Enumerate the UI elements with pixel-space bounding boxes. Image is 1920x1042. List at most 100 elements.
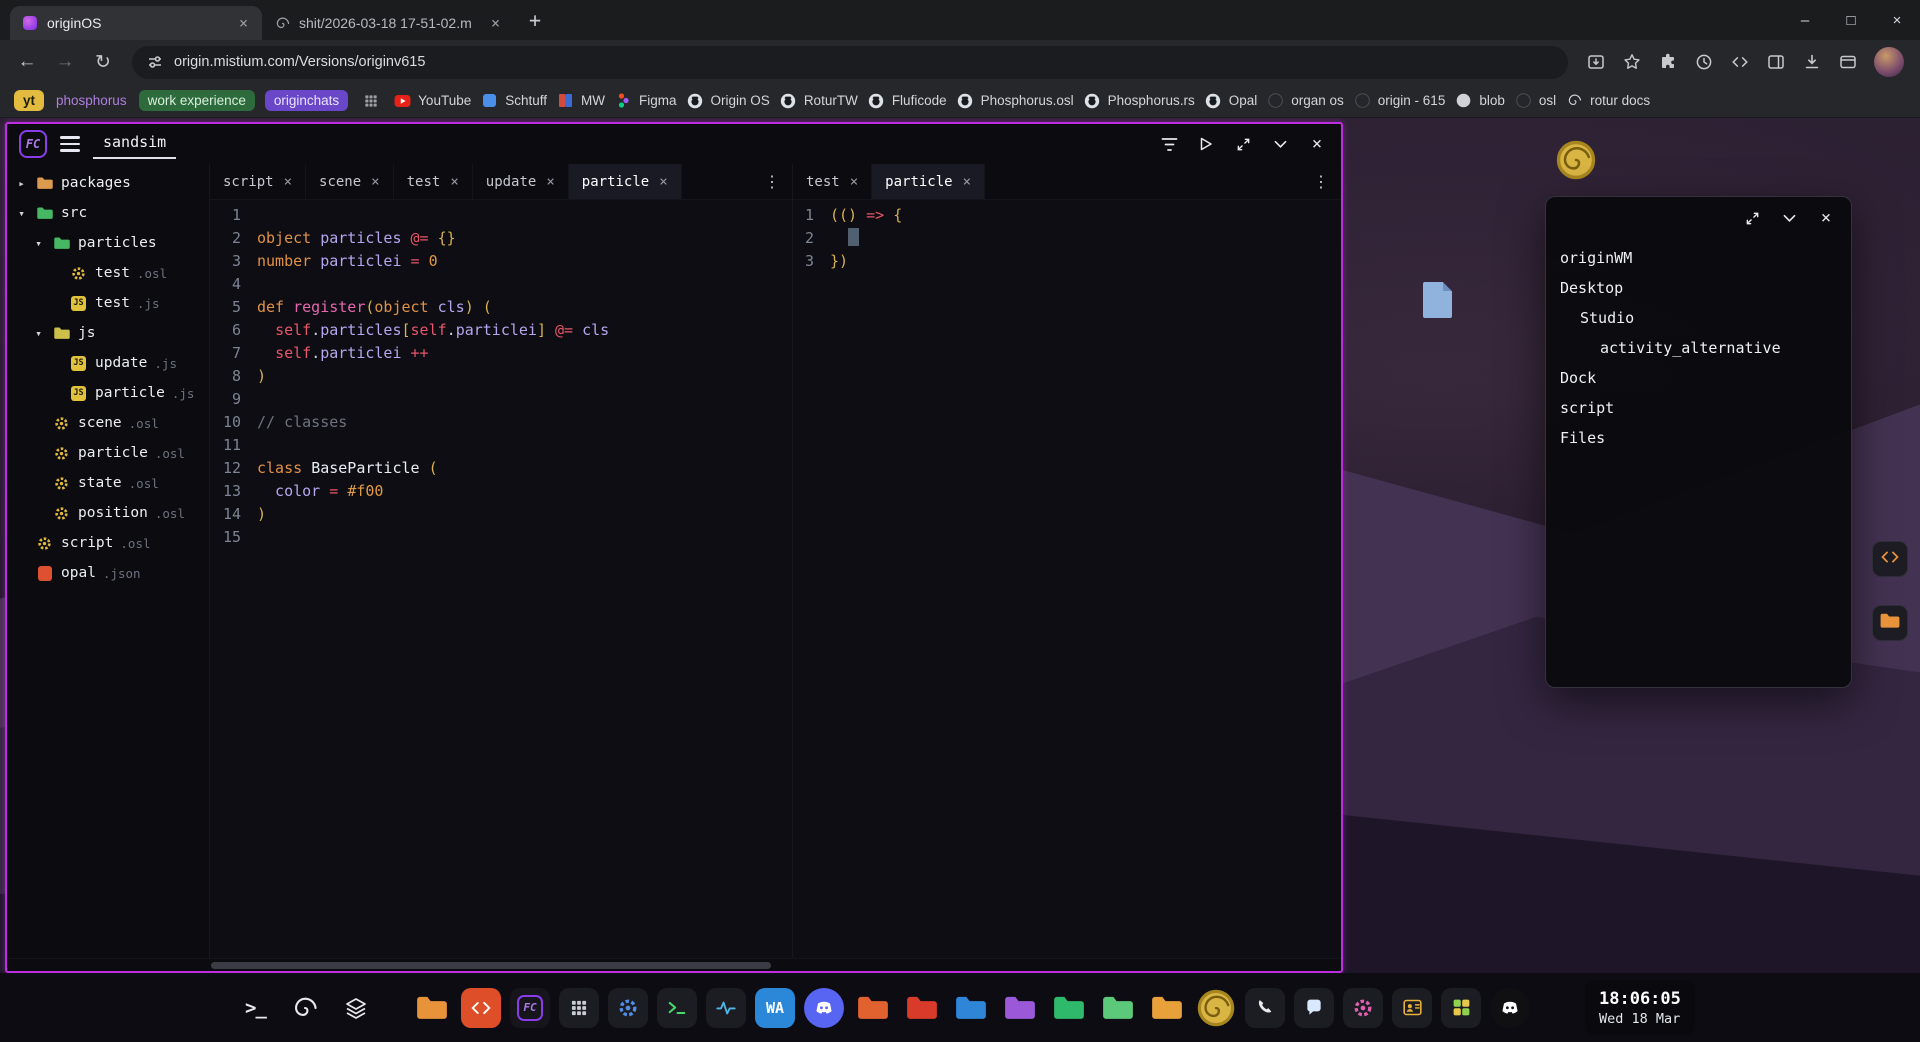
bookmark-origin-os[interactable]: Origin OS: [687, 93, 770, 109]
extensions-icon[interactable]: [1652, 46, 1684, 78]
bookmark-rotur-docs[interactable]: rotur docs: [1566, 93, 1650, 109]
contacts-app[interactable]: [1392, 986, 1432, 1030]
collapse-icon[interactable]: [1268, 131, 1292, 157]
tree-item-position[interactable]: position .osl: [7, 498, 209, 528]
tab-close-icon[interactable]: ×: [371, 174, 379, 190]
wa-app[interactable]: WA: [755, 986, 795, 1030]
wm-collapse-icon[interactable]: [1777, 205, 1801, 231]
tab-close-icon[interactable]: ×: [963, 174, 971, 190]
folder-green-light[interactable]: [1098, 986, 1138, 1030]
bookmark-youtube[interactable]: YouTube: [394, 93, 471, 109]
bookmark-opal[interactable]: Opal: [1205, 93, 1257, 109]
bookmark-osl[interactable]: osl: [1515, 93, 1556, 109]
tree-item-src[interactable]: ▾ src: [7, 198, 209, 228]
origin-badge-icon[interactable]: [1556, 140, 1596, 180]
chevron-down-icon[interactable]: ▾: [32, 237, 45, 250]
chevron-down-icon[interactable]: ▾: [32, 327, 45, 340]
discord-app[interactable]: [804, 986, 844, 1030]
bookmark-schtuff[interactable]: Schtuff: [481, 93, 547, 109]
chevron-down-icon[interactable]: ▾: [15, 207, 28, 220]
tab-close-icon[interactable]: ×: [489, 14, 502, 32]
forward-button[interactable]: →: [48, 45, 82, 79]
editor-tab-script[interactable]: script ×: [210, 164, 307, 199]
bookmark-originchats[interactable]: originchats: [264, 90, 349, 111]
tree-item-js[interactable]: ▾ js: [7, 318, 209, 348]
bookmark-organ-os[interactable]: organ os: [1267, 93, 1344, 109]
chat-app[interactable]: [1294, 986, 1334, 1030]
editor-left-lines[interactable]: object particles @= {} number particlei =…: [252, 204, 792, 958]
run-button[interactable]: [1194, 131, 1218, 157]
tab-close-icon[interactable]: ×: [284, 174, 292, 190]
activity-app[interactable]: [706, 986, 746, 1030]
tree-item-opal[interactable]: opal .json: [7, 558, 209, 588]
wm-expand-icon[interactable]: [1740, 205, 1764, 231]
tab-close-icon[interactable]: ×: [450, 174, 458, 190]
apps-grid-app[interactable]: [1441, 986, 1481, 1030]
browser-tab[interactable]: shit/2026-03-18 17-51-02.m ×: [262, 6, 514, 40]
wm-item-Studio[interactable]: Studio: [1546, 303, 1851, 333]
bookmark-yt[interactable]: yt: [14, 90, 45, 111]
bookmark-phosphorus-osl[interactable]: Phosphorus.osl: [957, 93, 1074, 109]
folder-export[interactable]: [853, 986, 893, 1030]
editor-left-code[interactable]: 1 2 3 4 5 6 7 8 9 10 11 12 13 14 15 object particles @…: [210, 200, 792, 958]
folder-blue[interactable]: [951, 986, 991, 1030]
tree-item-update[interactable]: JS update .js: [7, 348, 209, 378]
folder-purple[interactable]: [1000, 986, 1040, 1030]
wm-item-script[interactable]: script: [1546, 393, 1851, 423]
site-settings-icon[interactable]: [146, 46, 164, 78]
expand-icon[interactable]: [1231, 131, 1255, 157]
address-bar[interactable]: origin.mistium.com/Versions/originv615: [132, 45, 1568, 79]
bookmark-panel-icon[interactable]: [1580, 46, 1612, 78]
bookmark-blob[interactable]: blob: [1455, 93, 1505, 109]
editor-tab-particle[interactable]: particle ×: [568, 164, 682, 199]
edge-files-button[interactable]: [1872, 605, 1908, 641]
side-panel-icon[interactable]: [1760, 46, 1792, 78]
numpad-app[interactable]: [559, 986, 599, 1030]
close-window-button[interactable]: ×: [1874, 0, 1920, 40]
new-tab-button[interactable]: +: [520, 5, 550, 35]
rotur-spiral-icon[interactable]: [292, 995, 318, 1021]
browser-tab[interactable]: originOS ×: [10, 6, 262, 40]
editor-menu-icon[interactable]: ⋮: [1301, 172, 1341, 192]
editor-tab-update[interactable]: update ×: [473, 164, 569, 199]
wm-item-Dock[interactable]: Dock: [1546, 363, 1851, 393]
layers-icon[interactable]: [344, 996, 368, 1020]
bookmark-mw[interactable]: MW: [557, 93, 605, 109]
terminal-icon[interactable]: >_: [245, 997, 267, 1019]
bookmark-phosphorus-rs[interactable]: Phosphorus.rs: [1084, 93, 1195, 109]
tab-close-icon[interactable]: ×: [659, 174, 667, 190]
folder-amber[interactable]: [1147, 986, 1187, 1030]
chevron-right-icon[interactable]: ▸: [15, 177, 28, 190]
osl-fc-app[interactable]: FC: [510, 986, 550, 1030]
editor-menu-icon[interactable]: ⋮: [752, 172, 792, 192]
workspace-tab[interactable]: sandsim: [93, 129, 177, 159]
tab-groups-icon[interactable]: [1832, 46, 1864, 78]
bookmark-phosphorus[interactable]: phosphorus: [54, 90, 129, 111]
document-icon[interactable]: [1423, 282, 1452, 318]
bookmark-fluficode[interactable]: Fluficode: [868, 93, 947, 109]
wm-close-icon[interactable]: ×: [1814, 205, 1838, 231]
folder-red[interactable]: [902, 986, 942, 1030]
editor-tab-scene[interactable]: scene ×: [306, 164, 394, 199]
editor-right-code[interactable]: 1 2 3 (() => { }): [793, 200, 1341, 958]
bookmark-work-experience[interactable]: work experience: [138, 90, 255, 111]
maximize-button[interactable]: □: [1828, 0, 1874, 40]
editor-tab-test[interactable]: test ×: [394, 164, 473, 199]
profile-avatar[interactable]: [1874, 47, 1904, 77]
tree-item-test[interactable]: test .osl: [7, 258, 209, 288]
reload-button[interactable]: ↻: [86, 45, 120, 79]
tree-item-particle[interactable]: JS particle .js: [7, 378, 209, 408]
devtools-icon[interactable]: [1724, 46, 1756, 78]
filter-icon[interactable]: [1157, 131, 1181, 157]
tree-item-particle[interactable]: particle .osl: [7, 438, 209, 468]
star-icon[interactable]: [1616, 46, 1648, 78]
folder-green[interactable]: [1049, 986, 1089, 1030]
editor-tab-particle[interactable]: particle ×: [872, 164, 986, 199]
wm-item-originWM[interactable]: originWM: [1546, 243, 1851, 273]
tab-close-icon[interactable]: ×: [546, 174, 554, 190]
scrollbar-thumb[interactable]: [211, 961, 771, 969]
tree-item-script[interactable]: script .osl: [7, 528, 209, 558]
bookmark-origin-615[interactable]: origin - 615: [1354, 93, 1445, 109]
origin-badge[interactable]: [1196, 986, 1236, 1030]
downloads-icon[interactable]: [1796, 46, 1828, 78]
